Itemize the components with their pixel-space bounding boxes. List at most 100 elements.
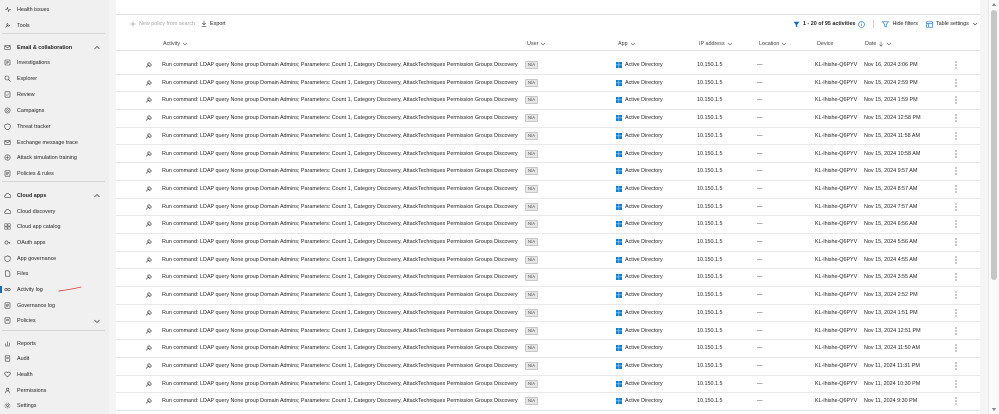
device-name[interactable]: KL-lhishe-Q6PYV — [815, 292, 857, 298]
ip-address[interactable]: 10.150.1.5 — [697, 292, 722, 298]
table-row[interactable]: Run command: LDAP query None group Domai… — [116, 163, 980, 181]
sidebar-item-threat-tracker[interactable]: Threat tracker — [0, 120, 109, 133]
more-options-icon[interactable] — [953, 202, 959, 212]
ip-address[interactable]: 10.150.1.5 — [697, 328, 722, 334]
sidebar-item-campaigns[interactable]: Campaigns — [0, 104, 109, 117]
table-row[interactable]: Run command: LDAP query None group Domai… — [116, 57, 980, 75]
ip-address[interactable]: 10.150.1.5 — [697, 345, 722, 351]
export-button[interactable]: Export — [201, 20, 226, 27]
column-header-app[interactable]: App — [618, 41, 636, 47]
app-cell[interactable]: Active Directory — [616, 274, 663, 281]
more-options-icon[interactable] — [953, 326, 959, 336]
ip-address[interactable]: 10.150.1.5 — [697, 204, 722, 210]
activity-text[interactable]: Run command: LDAP query None group Domai… — [162, 221, 518, 227]
table-row[interactable]: Run command: LDAP query None group Domai… — [116, 376, 980, 394]
table-row[interactable]: Run command: LDAP query None group Domai… — [116, 110, 980, 128]
table-row[interactable]: Run command: LDAP query None group Domai… — [116, 181, 980, 199]
more-options-icon[interactable] — [953, 396, 959, 406]
ip-address[interactable]: 10.150.1.5 — [697, 186, 722, 192]
info-icon[interactable] — [858, 20, 866, 28]
ip-address[interactable]: 10.150.1.5 — [697, 274, 722, 280]
more-options-icon[interactable] — [953, 255, 959, 265]
device-name[interactable]: KL-lhishe-Q6PYV — [815, 345, 857, 351]
app-cell[interactable]: Active Directory — [616, 150, 663, 157]
app-cell[interactable]: Active Directory — [616, 362, 663, 369]
table-row[interactable]: Run command: LDAP query None group Domai… — [116, 199, 980, 217]
more-options-icon[interactable] — [953, 361, 959, 371]
sidebar-item-email-collaboration[interactable]: Email & collaboration — [0, 41, 109, 54]
sidebar-item-health-issues[interactable]: Health issues — [0, 3, 109, 16]
table-row[interactable]: Run command: LDAP query None group Domai… — [116, 287, 980, 305]
device-name[interactable]: KL-lhishe-Q6PYV — [815, 274, 857, 280]
hide-filters-button[interactable]: Hide filters — [882, 21, 918, 28]
table-row[interactable]: Run command: LDAP query None group Domai… — [116, 269, 980, 288]
sidebar-item-settings[interactable]: Settings — [0, 399, 109, 412]
column-header-ip[interactable]: IP address — [699, 41, 733, 47]
app-cell[interactable]: Active Directory — [616, 398, 663, 405]
sidebar-item-review[interactable]: Review — [0, 88, 109, 101]
sidebar-item-files[interactable]: Files — [0, 267, 109, 280]
more-options-icon[interactable] — [953, 343, 959, 353]
app-cell[interactable]: Active Directory — [616, 309, 663, 316]
sidebar-item-activity-log[interactable]: Activity log — [0, 283, 109, 296]
sidebar-item-health[interactable]: Health — [0, 368, 109, 381]
table-row[interactable]: Run command: LDAP query None group Domai… — [116, 146, 980, 164]
table-row[interactable]: Run command: LDAP query None group Domai… — [116, 393, 980, 411]
more-options-icon[interactable] — [953, 290, 959, 300]
ip-address[interactable]: 10.150.1.5 — [697, 239, 722, 245]
device-name[interactable]: KL-lhishe-Q6PYV — [815, 398, 857, 404]
sidebar-item-app-governance[interactable]: App governance — [0, 252, 109, 265]
sidebar-item-investigations[interactable]: Investigations — [0, 56, 109, 69]
more-options-icon[interactable] — [953, 272, 959, 282]
sidebar-item-oauth-apps[interactable]: OAuth apps — [0, 236, 109, 249]
activity-text[interactable]: Run command: LDAP query None group Domai… — [162, 398, 518, 404]
filter-count[interactable]: 1 - 20 of 95 activities — [793, 20, 866, 28]
app-cell[interactable]: Active Directory — [616, 185, 663, 192]
ip-address[interactable]: 10.150.1.5 — [697, 398, 722, 404]
sidebar-item-attack-simulation-training[interactable]: Attack simulation training — [0, 151, 109, 164]
device-name[interactable]: KL-lhishe-Q6PYV — [815, 204, 857, 210]
table-row[interactable]: Run command: LDAP query None group Domai… — [116, 75, 980, 93]
more-options-icon[interactable] — [953, 237, 959, 247]
app-cell[interactable]: Active Directory — [616, 292, 663, 299]
ip-address[interactable]: 10.150.1.5 — [697, 257, 722, 263]
scroll-down-icon[interactable] — [991, 407, 997, 412]
sidebar-item-policies[interactable]: Policies — [0, 314, 109, 327]
activity-text[interactable]: Run command: LDAP query None group Domai… — [162, 80, 518, 86]
sidebar-item-reports[interactable]: Reports — [0, 337, 109, 350]
device-name[interactable]: KL-lhishe-Q6PYV — [815, 115, 857, 121]
ip-address[interactable]: 10.150.1.5 — [697, 151, 722, 157]
device-name[interactable]: KL-lhishe-Q6PYV — [815, 328, 857, 334]
table-settings-button[interactable]: Table settings — [926, 21, 978, 28]
device-name[interactable]: KL-lhishe-Q6PYV — [815, 221, 857, 227]
activity-text[interactable]: Run command: LDAP query None group Domai… — [162, 257, 518, 263]
table-row[interactable]: Run command: LDAP query None group Domai… — [116, 92, 980, 111]
more-options-icon[interactable] — [953, 95, 959, 105]
chevron-up-icon[interactable] — [93, 44, 101, 52]
activity-text[interactable]: Run command: LDAP query None group Domai… — [162, 292, 518, 298]
more-options-icon[interactable] — [953, 308, 959, 318]
more-options-icon[interactable] — [953, 149, 959, 159]
table-row[interactable]: Run command: LDAP query None group Domai… — [116, 358, 980, 376]
activity-text[interactable]: Run command: LDAP query None group Domai… — [162, 204, 518, 210]
device-name[interactable]: KL-lhishe-Q6PYV — [815, 80, 857, 86]
ip-address[interactable]: 10.150.1.5 — [697, 310, 722, 316]
more-options-icon[interactable] — [953, 166, 959, 176]
sidebar-item-cloud-discovery[interactable]: Cloud discovery — [0, 205, 109, 218]
app-cell[interactable]: Active Directory — [616, 97, 663, 104]
app-cell[interactable]: Active Directory — [616, 79, 663, 86]
sidebar-item-cloud-app-catalog[interactable]: Cloud app catalog — [0, 220, 109, 233]
column-header-user[interactable]: User — [527, 41, 546, 47]
more-options-icon[interactable] — [953, 379, 959, 389]
app-cell[interactable]: Active Directory — [616, 203, 663, 210]
app-cell[interactable]: Active Directory — [616, 115, 663, 122]
activity-text[interactable]: Run command: LDAP query None group Domai… — [162, 363, 518, 369]
device-name[interactable]: KL-lhishe-Q6PYV — [815, 239, 857, 245]
more-options-icon[interactable] — [953, 131, 959, 141]
table-row[interactable]: Run command: LDAP query None group Domai… — [116, 216, 980, 234]
table-row[interactable]: Run command: LDAP query None group Domai… — [116, 305, 980, 323]
more-options-icon[interactable] — [953, 113, 959, 123]
activity-text[interactable]: Run command: LDAP query None group Domai… — [162, 133, 518, 139]
scrollbar[interactable] — [988, 0, 999, 414]
activity-text[interactable]: Run command: LDAP query None group Domai… — [162, 381, 518, 387]
